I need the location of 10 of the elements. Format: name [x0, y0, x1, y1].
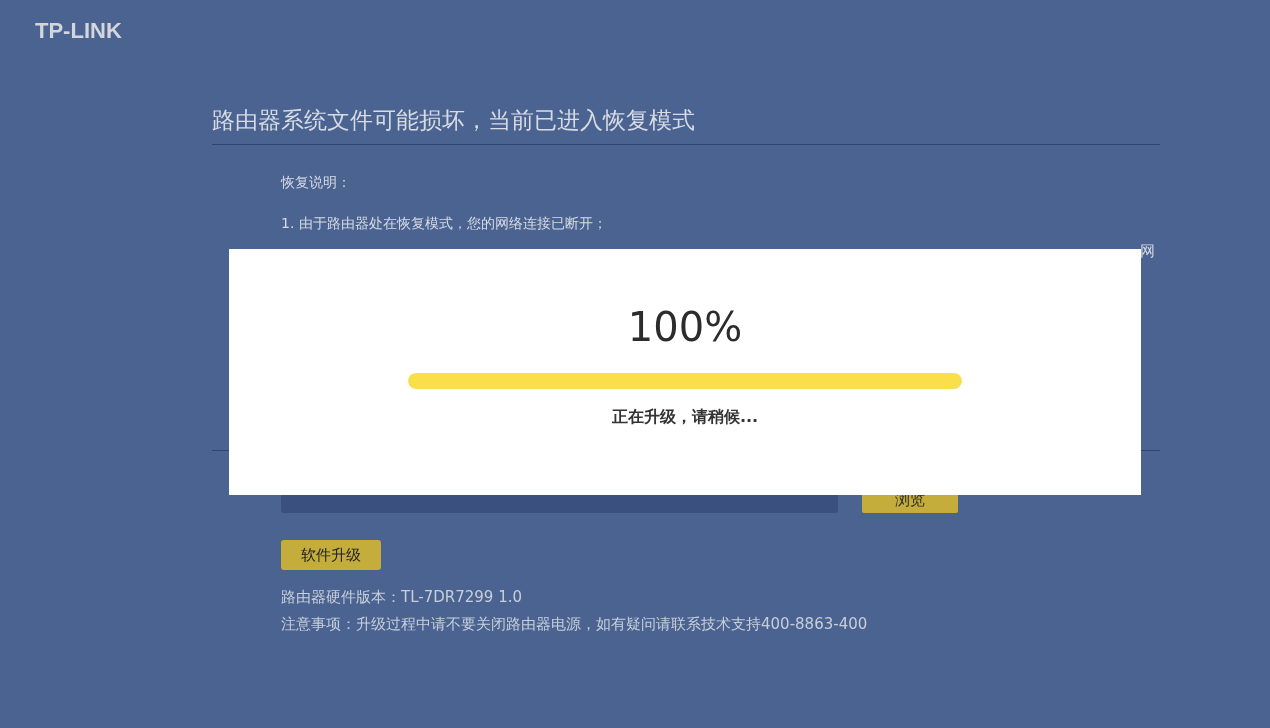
section-title: 路由器系统文件可能损坏，当前已进入恢复模式	[212, 106, 1160, 145]
upgrade-button[interactable]: 软件升级	[281, 539, 381, 571]
instruction-line: 1. 由于路由器处在恢复模式，您的网络连接已断开；	[281, 213, 608, 233]
progress-percent: 100%	[627, 304, 743, 350]
logo: TP-LINK	[35, 18, 122, 44]
instruction-line: 网	[1140, 241, 1155, 260]
instructions-label: 恢复说明：	[281, 172, 352, 192]
upgrade-status: 正在升级，请稍候...	[611, 407, 759, 426]
upgrade-note: 注意事项：升级过程中请不要关闭路由器电源，如有疑问请联系技术支持400-8863-400	[281, 614, 868, 633]
hardware-version: 路由器硬件版本：TL-7DR7299 1.0	[281, 588, 522, 607]
